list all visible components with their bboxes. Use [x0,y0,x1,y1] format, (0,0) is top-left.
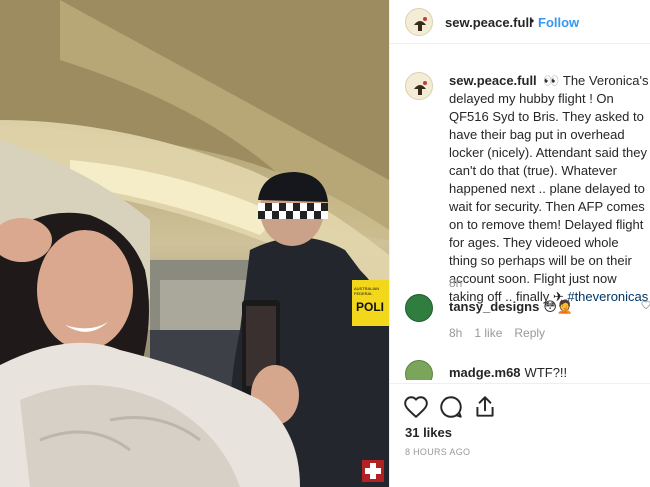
comment-meta: 8h 1 like Reply [449,326,545,340]
likes-count[interactable]: 31 likes [405,425,452,440]
comment-username[interactable]: tansy_designs [449,299,539,314]
share-button[interactable] [472,394,498,420]
post-sidebar: sew.peace.full • Follow sew.peace.full 👀… [389,0,650,487]
post-header: sew.peace.full • Follow [390,0,650,44]
heart-icon [404,396,428,419]
post-timestamp: 8 HOURS AGO [405,447,471,457]
speech-bubble-icon [440,396,462,418]
comments-list[interactable]: sew.peace.full 👀 The Veronica's delayed … [390,60,650,380]
commenter-avatar[interactable] [405,294,433,322]
post-actions: 31 likes 8 HOURS AGO [390,383,650,487]
like-button[interactable] [403,394,429,420]
caption-username[interactable]: sew.peace.full [449,73,537,88]
comment-line: madge.m68 WTF?!! [449,365,567,380]
hashtag-link[interactable]: #theveronicas [567,289,648,304]
sewing-avatar-icon [406,73,432,99]
police-badge-text: POLI [356,300,385,314]
user-avatar[interactable] [405,8,433,36]
eyes-emoji: 👀 [543,73,560,88]
caption-avatar[interactable] [405,72,433,100]
photo-scene [0,0,389,487]
police-badge-small-text: AUSTRALIAN FEDERAL [354,286,380,296]
header-separator: • [530,14,535,28]
comment-line: tansy_designs 😳🤦 [449,299,573,315]
post-photo[interactable]: POLI AUSTRALIAN FEDERAL [0,0,389,487]
reply-button[interactable]: Reply [514,326,545,340]
comment-heart-icon[interactable] [641,300,650,310]
commenter-avatar[interactable] [405,360,433,380]
share-icon [476,396,494,417]
sewing-avatar-icon [406,9,432,35]
post-username[interactable]: sew.peace.full [445,15,533,30]
comment-username[interactable]: madge.m68 [449,365,521,380]
caption-text: sew.peace.full 👀 The Veronica's delayed … [449,72,649,306]
comment-button[interactable] [438,394,464,420]
comment-text: WTF?!! [524,365,568,380]
caption-body: The Veronica's delayed my hubby flight !… [449,73,649,304]
follow-button[interactable]: Follow [538,15,579,30]
comment-likes[interactable]: 1 like [474,326,502,340]
comment-time: 8h [449,326,463,340]
caption-time: 8h [449,276,463,290]
comment-text: 😳🤦 [543,299,574,314]
